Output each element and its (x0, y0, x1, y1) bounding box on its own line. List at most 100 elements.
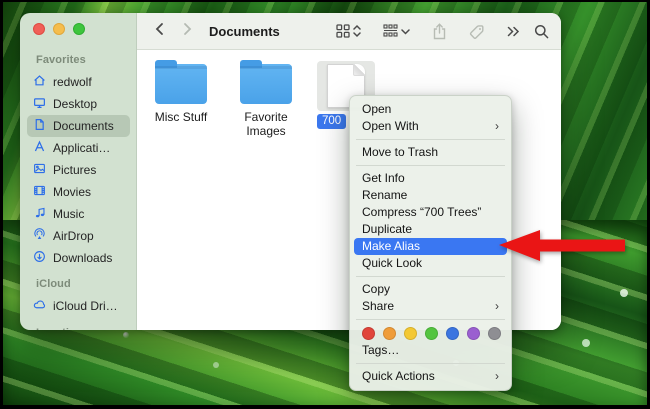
context-menu: Open Open With › Move to Trash Get Info … (349, 95, 512, 391)
close-button[interactable] (33, 23, 45, 35)
cloud-icon (33, 298, 46, 314)
grid-view-icon (336, 19, 350, 43)
applications-icon (33, 140, 46, 156)
folder-label: Misc Stuff (155, 110, 207, 124)
tag-gray[interactable] (488, 327, 501, 340)
menu-item-label: Copy (362, 281, 390, 298)
view-switcher[interactable] (336, 19, 361, 43)
water-droplets (123, 332, 129, 338)
sidebar-item-applications[interactable]: Applicati… (27, 137, 130, 159)
folder-label: Favorite Images (224, 110, 308, 138)
menu-item-move-to-trash[interactable]: Move to Trash (354, 144, 507, 161)
sidebar-header-icloud: iCloud (36, 278, 136, 290)
tag-yellow[interactable] (404, 327, 417, 340)
menu-item-rename[interactable]: Rename (354, 187, 507, 204)
forward-button[interactable] (177, 20, 197, 42)
sidebar-item-movies[interactable]: Movies (27, 181, 130, 203)
sidebar-item-redwolf[interactable]: redwolf (27, 71, 130, 93)
zoom-button[interactable] (73, 23, 85, 35)
finder-sidebar: Favorites redwolf Desktop Documents Appl… (20, 13, 137, 330)
sidebar-item-label: Applicati… (53, 141, 110, 155)
menu-item-label: Duplicate (362, 221, 412, 238)
sidebar-item-pictures[interactable]: Pictures (27, 159, 130, 181)
menu-separator (356, 165, 505, 166)
menu-separator (356, 319, 505, 320)
chevron-down-icon (401, 19, 410, 43)
submenu-chevron-icon: › (495, 298, 499, 315)
share-button[interactable] (432, 19, 447, 43)
document-icon (33, 118, 46, 134)
menu-separator (356, 139, 505, 140)
search-button[interactable] (534, 19, 549, 43)
more-toolbar-items-button[interactable] (507, 19, 520, 43)
menu-item-duplicate[interactable]: Duplicate (354, 221, 507, 238)
traffic-lights (33, 23, 136, 35)
menu-separator (356, 363, 505, 364)
desktop-icon (33, 96, 46, 112)
menu-item-compress[interactable]: Compress “700 Trees” (354, 204, 507, 221)
file-name-label: 700 (317, 114, 346, 129)
sidebar-item-icloud-drive[interactable]: iCloud Dri… (27, 295, 130, 317)
window-title: Documents (209, 24, 280, 39)
home-icon (33, 74, 46, 90)
group-by-control[interactable] (383, 19, 410, 43)
tag-purple[interactable] (467, 327, 480, 340)
menu-item-quick-look[interactable]: Quick Look (354, 255, 507, 272)
music-icon (33, 206, 46, 222)
menu-item-label: Share (362, 298, 394, 315)
menu-item-open-with[interactable]: Open With › (354, 118, 507, 135)
chevron-left-icon (154, 22, 165, 41)
sidebar-item-label: AirDrop (53, 229, 94, 243)
menu-item-label: Compress “700 Trees” (362, 204, 481, 221)
sidebar-item-label: Pictures (53, 163, 96, 177)
menu-item-open[interactable]: Open (354, 101, 507, 118)
menu-item-tags[interactable]: Tags… (354, 342, 507, 359)
menu-item-label: Quick Actions (362, 368, 435, 385)
back-button[interactable] (149, 20, 169, 42)
menu-item-make-alias[interactable]: Make Alias (354, 238, 507, 255)
screenshot-frame: Favorites redwolf Desktop Documents Appl… (0, 0, 650, 409)
tag-blue[interactable] (446, 327, 459, 340)
menu-item-quick-actions[interactable]: Quick Actions › (354, 368, 507, 385)
chevrons-right-icon (507, 19, 520, 43)
pictures-icon (33, 162, 46, 178)
menu-item-label: Make Alias (362, 238, 420, 255)
tag-color-row (350, 324, 511, 342)
annotation-arrow (499, 230, 625, 266)
menu-item-label: Quick Look (362, 255, 422, 272)
sidebar-item-documents[interactable]: Documents (27, 115, 130, 137)
menu-item-copy[interactable]: Copy (354, 281, 507, 298)
menu-separator (356, 276, 505, 277)
finder-toolbar: Documents (137, 13, 561, 50)
sidebar-header-favorites: Favorites (36, 54, 136, 66)
folder-item-misc-stuff[interactable]: Misc Stuff (139, 64, 223, 124)
menu-item-label: Open (362, 101, 391, 118)
minimize-button[interactable] (53, 23, 65, 35)
chevron-right-icon (182, 22, 193, 41)
sidebar-item-music[interactable]: Music (27, 203, 130, 225)
tag-green[interactable] (425, 327, 438, 340)
folder-item-favorite-images[interactable]: Favorite Images (224, 64, 308, 138)
sidebar-item-downloads[interactable]: Downloads (27, 247, 130, 269)
sidebar-header-locations: Locations (36, 327, 136, 330)
tag-red[interactable] (362, 327, 375, 340)
sidebar-item-label: Desktop (53, 97, 97, 111)
search-icon (534, 19, 549, 43)
sidebar-item-airdrop[interactable]: AirDrop (27, 225, 130, 247)
menu-item-label: Move to Trash (362, 144, 438, 161)
movies-icon (33, 184, 46, 200)
menu-item-share[interactable]: Share › (354, 298, 507, 315)
menu-item-label: Open With (362, 118, 419, 135)
tag-orange[interactable] (383, 327, 396, 340)
sidebar-item-desktop[interactable]: Desktop (27, 93, 130, 115)
sidebar-item-label: Movies (53, 185, 91, 199)
tag-icon (469, 19, 485, 43)
menu-item-label: Tags… (362, 342, 399, 359)
sidebar-item-label: iCloud Dri… (53, 299, 118, 313)
folder-icon (155, 64, 207, 104)
group-by-icon (383, 19, 398, 43)
share-icon (432, 19, 447, 43)
folder-icon (240, 64, 292, 104)
menu-item-get-info[interactable]: Get Info (354, 170, 507, 187)
tags-button[interactable] (469, 19, 485, 43)
